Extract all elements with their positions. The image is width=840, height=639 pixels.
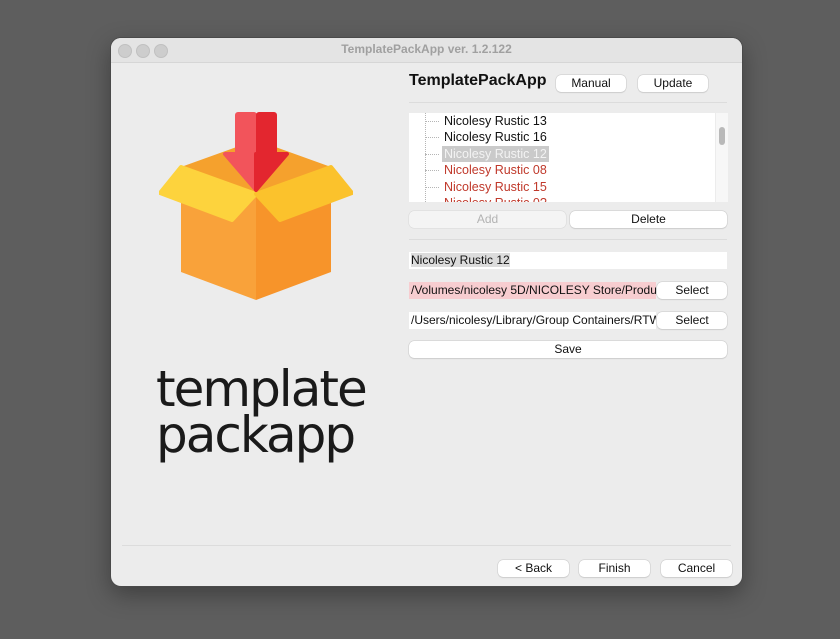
box-download-icon (159, 112, 353, 300)
arrow-shaft-left (235, 112, 257, 157)
source-select-button[interactable]: Select (657, 282, 727, 299)
tree-item-label: Nicolesy Rustic 15 (444, 180, 547, 194)
header-separator (409, 102, 727, 103)
logo-line-2: packapp (156, 406, 356, 464)
destination-path-field[interactable]: /Users/nicolesy/Library/Group Containers… (409, 312, 656, 329)
tree-item-label: Nicolesy Rustic 13 (444, 114, 547, 128)
tree-item-label: Nicolesy Rustic 0? (442, 195, 549, 202)
tree-item[interactable]: Nicolesy Rustic 16 (409, 129, 709, 145)
tree-item-selected[interactable]: Nicolesy Rustic 12 (409, 146, 709, 162)
template-name-value: Nicolesy Rustic 12 (411, 253, 510, 267)
tree-item-label: Nicolesy Rustic 08 (444, 163, 547, 177)
tree-item-label: Nicolesy Rustic 12 (442, 146, 549, 162)
app-heading: TemplatePackApp (409, 72, 547, 89)
template-name-field[interactable]: Nicolesy Rustic 12 (409, 252, 727, 269)
save-button[interactable]: Save (409, 341, 727, 358)
logo-wordmark: template packapp (156, 364, 368, 464)
arrow-shaft-right (256, 112, 277, 157)
cancel-button[interactable]: Cancel (661, 560, 732, 577)
tree-item[interactable]: Nicolesy Rustic 08 (409, 162, 709, 178)
tree-scrollbar[interactable] (715, 113, 728, 202)
source-path-field[interactable]: /Volumes/nicolesy 5D/NICOLESY Store/Prod… (409, 282, 656, 299)
tree-item-label: Nicolesy Rustic 16 (444, 130, 547, 144)
app-window: TemplatePackApp ver. 1.2.122 template pa… (111, 38, 742, 586)
template-tree[interactable]: Nicolesy Rustic 13 Nicolesy Rustic 16 Ni… (409, 113, 727, 202)
tree-item[interactable]: Nicolesy Rustic 0? (409, 195, 709, 202)
list-separator (409, 239, 727, 240)
delete-button[interactable]: Delete (570, 211, 727, 228)
add-button[interactable]: Add (409, 211, 566, 228)
update-button[interactable]: Update (638, 75, 708, 92)
footer-separator (122, 545, 731, 546)
window-title: TemplatePackApp ver. 1.2.122 (341, 42, 512, 56)
back-button[interactable]: < Back (498, 560, 569, 577)
destination-select-button[interactable]: Select (657, 312, 727, 329)
tree-item[interactable]: Nicolesy Rustic 15 (409, 179, 709, 195)
title-bar: TemplatePackApp ver. 1.2.122 (111, 38, 742, 63)
tree-item[interactable]: Nicolesy Rustic 13 (409, 113, 709, 129)
manual-button[interactable]: Manual (556, 75, 626, 92)
tree-scroll-thumb[interactable] (719, 127, 725, 145)
finish-button[interactable]: Finish (579, 560, 650, 577)
